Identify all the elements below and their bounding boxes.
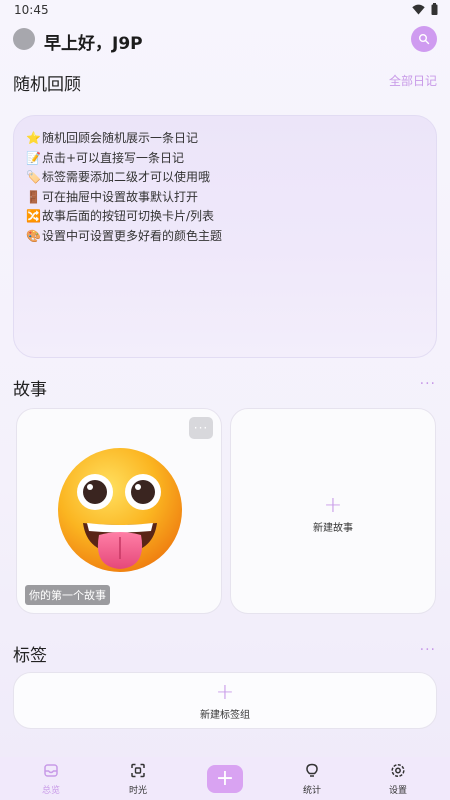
tags-section-title: 标签: [13, 646, 47, 666]
add-diary-button[interactable]: +: [207, 765, 243, 793]
tip-text: 随机回顾会随机展示一条日记: [42, 131, 199, 145]
search-button[interactable]: [411, 26, 437, 52]
tip-text: 故事后面的按钮可切换卡片/列表: [42, 209, 215, 223]
palette-icon: 🎨: [26, 228, 41, 243]
gear-icon: [391, 763, 405, 778]
tip-item: 🔀故事后面的按钮可切换卡片/列表: [26, 207, 424, 227]
nav-item-time[interactable]: 时光: [118, 763, 158, 796]
tongue-out-emoji-icon: [58, 448, 182, 572]
tip-text: 可在抽屉中设置故事默认打开: [42, 189, 199, 204]
new-tag-group-label: 新建标签组: [200, 710, 250, 721]
tip-item: 📝点击+可以直接写一条日记: [26, 149, 424, 169]
story-more-button[interactable]: ···: [189, 417, 213, 439]
random-review-card[interactable]: ⭐随机回顾会随机展示一条日记 📝点击+可以直接写一条日记 🏷️标签需要添加二级才…: [13, 115, 437, 358]
shuffle-icon: 🔀: [26, 209, 41, 223]
nav-item-stats[interactable]: 统计: [292, 763, 332, 796]
status-icons: [412, 3, 438, 15]
tip-text: 点击+可以直接写一条日记: [42, 150, 185, 165]
new-story-card[interactable]: + 新建故事: [230, 408, 436, 614]
greeting-text: 早上好，J9P: [44, 34, 143, 54]
nav-label-settings: 设置: [388, 786, 407, 796]
new-tag-group-card[interactable]: + 新建标签组: [13, 672, 437, 729]
search-icon: [419, 34, 430, 45]
plus-icon: +: [215, 680, 235, 705]
tip-item: 🎨设置中可设置更多好看的颜色主题: [26, 227, 424, 247]
nav-label-time: 时光: [128, 786, 147, 796]
stories-more-button[interactable]: ···: [420, 376, 436, 392]
nav-item-settings[interactable]: 设置: [378, 763, 418, 796]
battery-icon: [431, 3, 438, 15]
lightbulb-icon: [306, 763, 318, 777]
wifi-icon: [412, 4, 425, 14]
tip-text: 标签需要添加二级才可以使用哦: [42, 170, 211, 184]
bottom-nav: 总览 时光 + 统计 设置: [0, 757, 450, 800]
nav-label-overview: 总览: [41, 786, 60, 796]
nav-label-stats: 统计: [302, 786, 321, 796]
header: 早上好，J9P: [0, 26, 450, 54]
door-icon: 🚪: [26, 189, 41, 204]
stories-section-title: 故事: [13, 380, 47, 400]
tip-item: 🚪可在抽屉中设置故事默认打开: [26, 188, 424, 208]
story-title-label: 你的第一个故事: [25, 585, 110, 605]
status-time: 10:45: [14, 3, 49, 17]
inbox-icon: [44, 764, 58, 777]
story-card-first[interactable]: ··· 你的第一个故事: [16, 408, 222, 614]
tip-item: ⭐随机回顾会随机展示一条日记: [26, 129, 424, 149]
tags-more-button[interactable]: ···: [420, 642, 436, 658]
star-icon: ⭐: [26, 131, 41, 145]
review-section-title: 随机回顾: [13, 75, 81, 95]
all-diaries-link[interactable]: 全部日记: [389, 72, 437, 89]
tip-item: 🏷️标签需要添加二级才可以使用哦: [26, 168, 424, 188]
label-icon: 🏷️: [26, 170, 41, 184]
scan-icon: [131, 763, 145, 778]
plus-icon: +: [323, 493, 343, 518]
memo-icon: 📝: [26, 150, 41, 165]
nav-item-overview[interactable]: 总览: [31, 763, 71, 796]
status-bar: 10:45: [0, 0, 450, 22]
tip-text: 设置中可设置更多好看的颜色主题: [42, 228, 223, 243]
new-story-label: 新建故事: [313, 523, 353, 534]
avatar[interactable]: [13, 28, 35, 50]
